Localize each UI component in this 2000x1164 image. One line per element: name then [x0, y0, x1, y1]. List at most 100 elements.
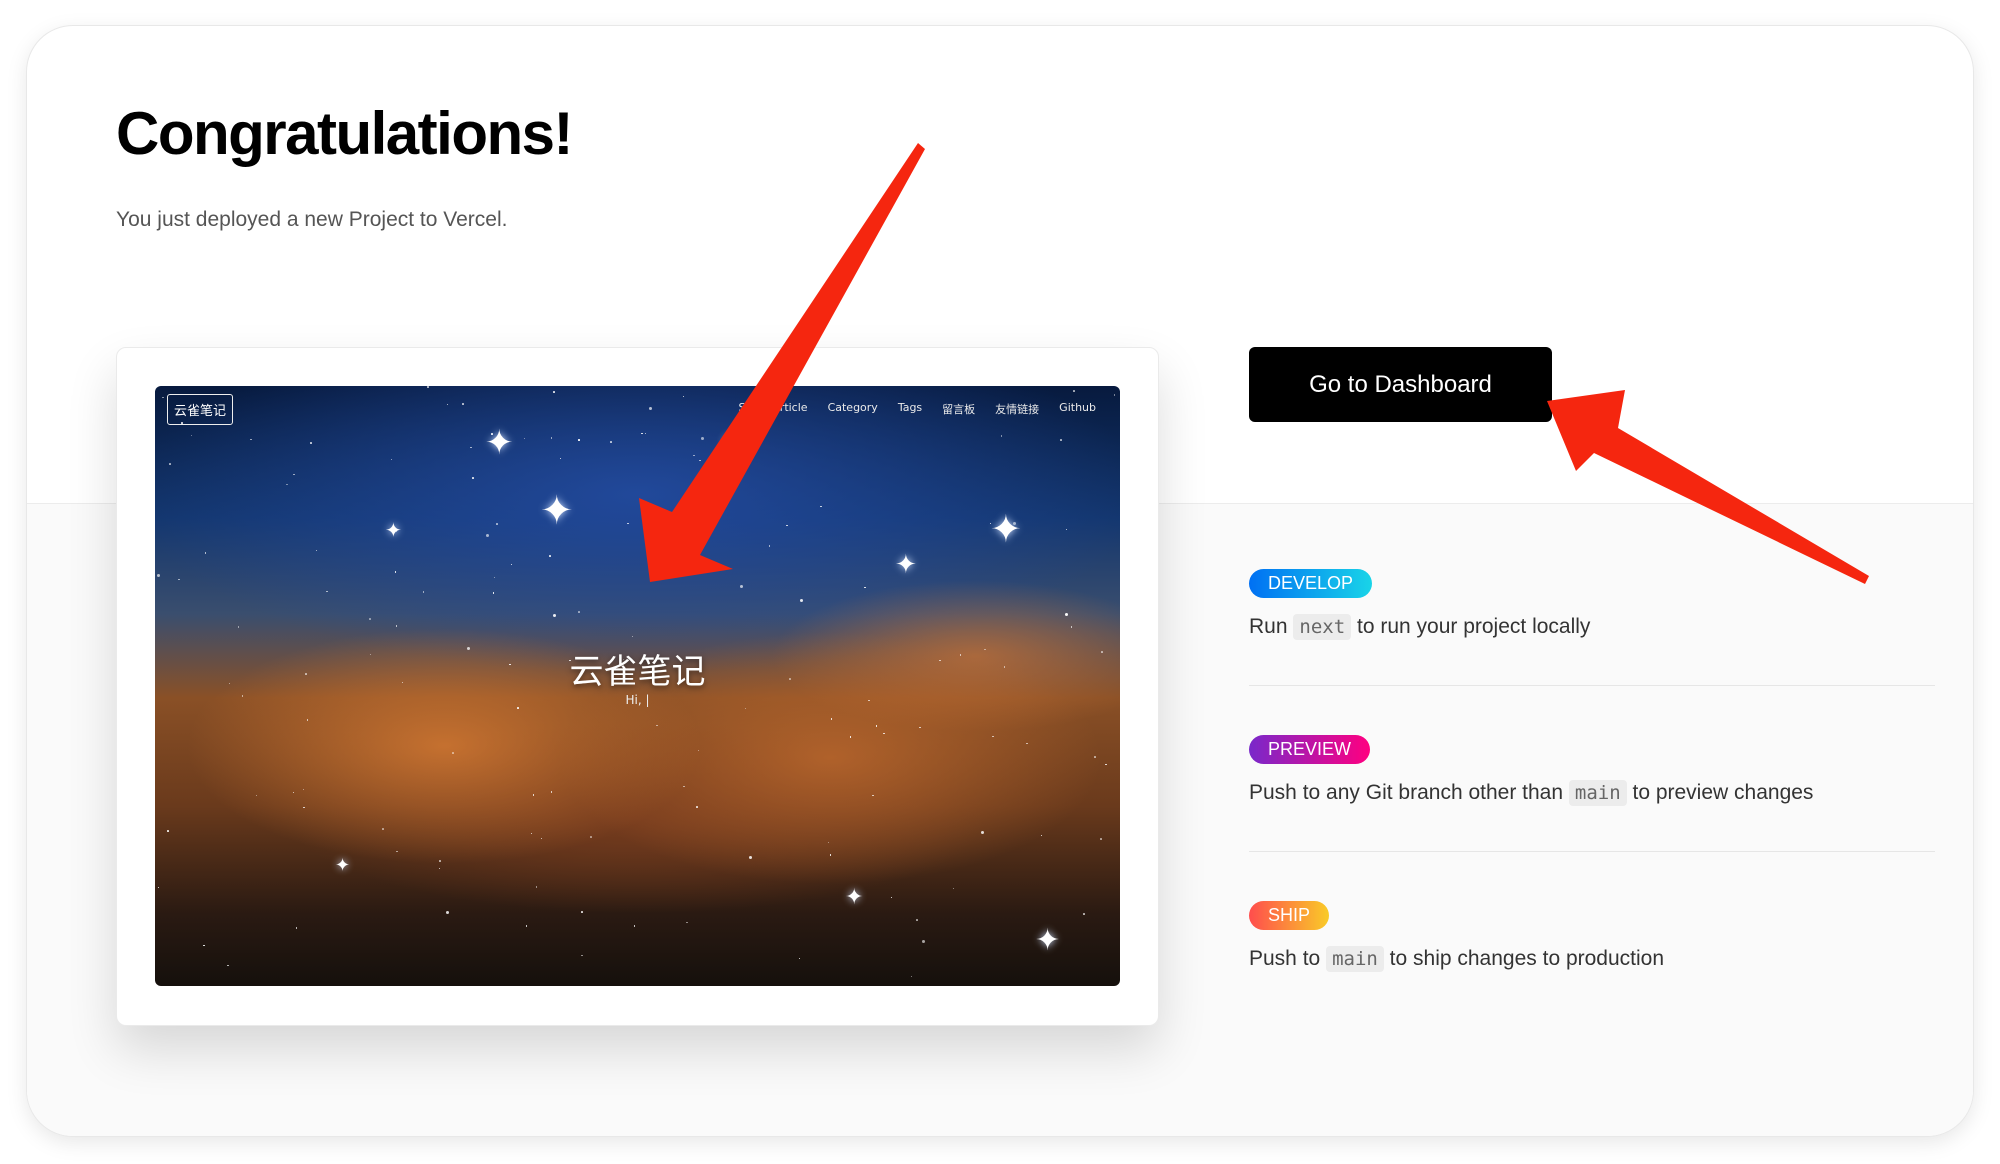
star-dot [1083, 913, 1085, 915]
star-dot [517, 707, 519, 709]
preview-hero-subtitle: Hi, | [625, 693, 650, 707]
star-dot [190, 434, 193, 437]
star-dot [553, 391, 555, 393]
bright-star-icon: ✦ [895, 549, 917, 579]
star-dot [525, 925, 528, 927]
star-dot [1100, 838, 1102, 840]
star-dot [1073, 390, 1075, 392]
star-dot [875, 725, 878, 727]
star-dot [292, 791, 295, 794]
step-divider [1249, 851, 1935, 852]
star-dot [827, 841, 830, 844]
star-dot [1040, 834, 1043, 837]
step-text-before: Push to any Git branch other than [1249, 781, 1564, 804]
star-dot [829, 854, 832, 856]
star-dot [446, 911, 450, 915]
star-dot [492, 592, 495, 594]
star-dot [315, 549, 318, 552]
preview-badge: PREVIEW [1249, 735, 1371, 764]
star-dot [716, 464, 719, 466]
star-dot [883, 732, 885, 735]
star-dot [203, 944, 205, 947]
step-text-after: to run your project locally [1356, 615, 1591, 638]
code-snippet: main [1568, 780, 1627, 806]
step-preview: PREVIEW Push to any Git branch other tha… [1249, 735, 1935, 806]
star-dot [204, 552, 207, 554]
star-dot [422, 591, 425, 593]
star-dot [493, 576, 496, 579]
star-dot [162, 396, 164, 399]
bright-star-icon: ✦ [385, 520, 402, 542]
star-dot [550, 791, 553, 793]
bright-star-icon: ✦ [540, 489, 574, 533]
preview-nav-item: 友情链接 [995, 403, 1040, 416]
star-dot [760, 440, 762, 442]
star-dot [286, 483, 288, 486]
star-dot [523, 437, 526, 440]
star-dot [682, 395, 684, 398]
star-dot [382, 828, 384, 830]
star-dot [980, 830, 984, 834]
star-dot [310, 442, 312, 444]
star-dot [696, 806, 698, 808]
page-title: Congratulations! [116, 100, 573, 167]
star-dot [1065, 528, 1068, 531]
star-dot [631, 635, 634, 638]
ship-badge: SHIP [1249, 901, 1330, 930]
star-dot [390, 458, 393, 461]
star-dot [306, 719, 309, 721]
star-dot [627, 522, 629, 525]
star-dot [820, 505, 822, 508]
preview-site-nav: Se Article Category Tags 留言板 友情链接 Github [719, 401, 1096, 417]
bright-star-icon: ✦ [720, 429, 739, 454]
bright-star-icon: ✦ [1035, 924, 1061, 957]
go-to-dashboard-button[interactable]: Go to Dashboard [1249, 347, 1552, 422]
star-dot [952, 887, 954, 890]
star-dot [470, 446, 472, 449]
star-dot [686, 921, 688, 924]
star-dot [786, 524, 788, 527]
star-dot [250, 438, 252, 441]
star-dot [656, 724, 658, 727]
star-dot [295, 927, 298, 929]
deployment-preview-screenshot[interactable]: ✦ ✦ ✦ ✦ ✦ ✦ ✦ ✦ ✦ 云雀笔记 Se Article Category Tags … [155, 386, 1120, 986]
star-dot [169, 463, 171, 465]
star-dot [916, 919, 918, 921]
star-dot [644, 432, 647, 435]
star-dot [610, 441, 612, 443]
star-dot [394, 571, 397, 573]
star-dot [633, 925, 636, 927]
star-dot [744, 707, 747, 709]
bright-star-icon: ✦ [990, 509, 1022, 551]
bright-star-icon: ✦ [845, 884, 864, 909]
star-dot [462, 403, 464, 405]
star-dot [699, 459, 701, 462]
star-dot [395, 625, 398, 627]
star-dot [641, 432, 643, 435]
preview-nav-item: 留言板 [942, 403, 976, 416]
step-divider [1249, 685, 1935, 686]
step-preview-text: Push to any Git branch other than main t… [1249, 780, 1935, 806]
star-dot [549, 555, 551, 557]
star-dot [1000, 435, 1003, 437]
star-dot [485, 533, 489, 537]
star-dot [496, 523, 498, 525]
star-dot [1113, 394, 1116, 396]
star-dot [864, 586, 866, 589]
star-dot [768, 545, 771, 547]
star-dot [1070, 626, 1073, 628]
star-dot [178, 578, 180, 581]
star-dot [510, 563, 513, 566]
deployment-preview-frame[interactable]: ✦ ✦ ✦ ✦ ✦ ✦ ✦ ✦ ✦ 云雀笔记 Se Article Category Tags … [116, 347, 1159, 1026]
star-dot [648, 406, 652, 410]
develop-badge: DEVELOP [1249, 569, 1373, 598]
star-dot [530, 832, 533, 835]
preview-hero-title: 云雀笔记 [569, 652, 706, 692]
star-dot [1105, 763, 1107, 766]
star-dot [919, 726, 921, 729]
star-dot [578, 611, 580, 613]
star-dot [749, 856, 753, 860]
code-snippet: main [1326, 946, 1384, 972]
star-dot [559, 457, 562, 460]
star-dot [396, 850, 398, 853]
